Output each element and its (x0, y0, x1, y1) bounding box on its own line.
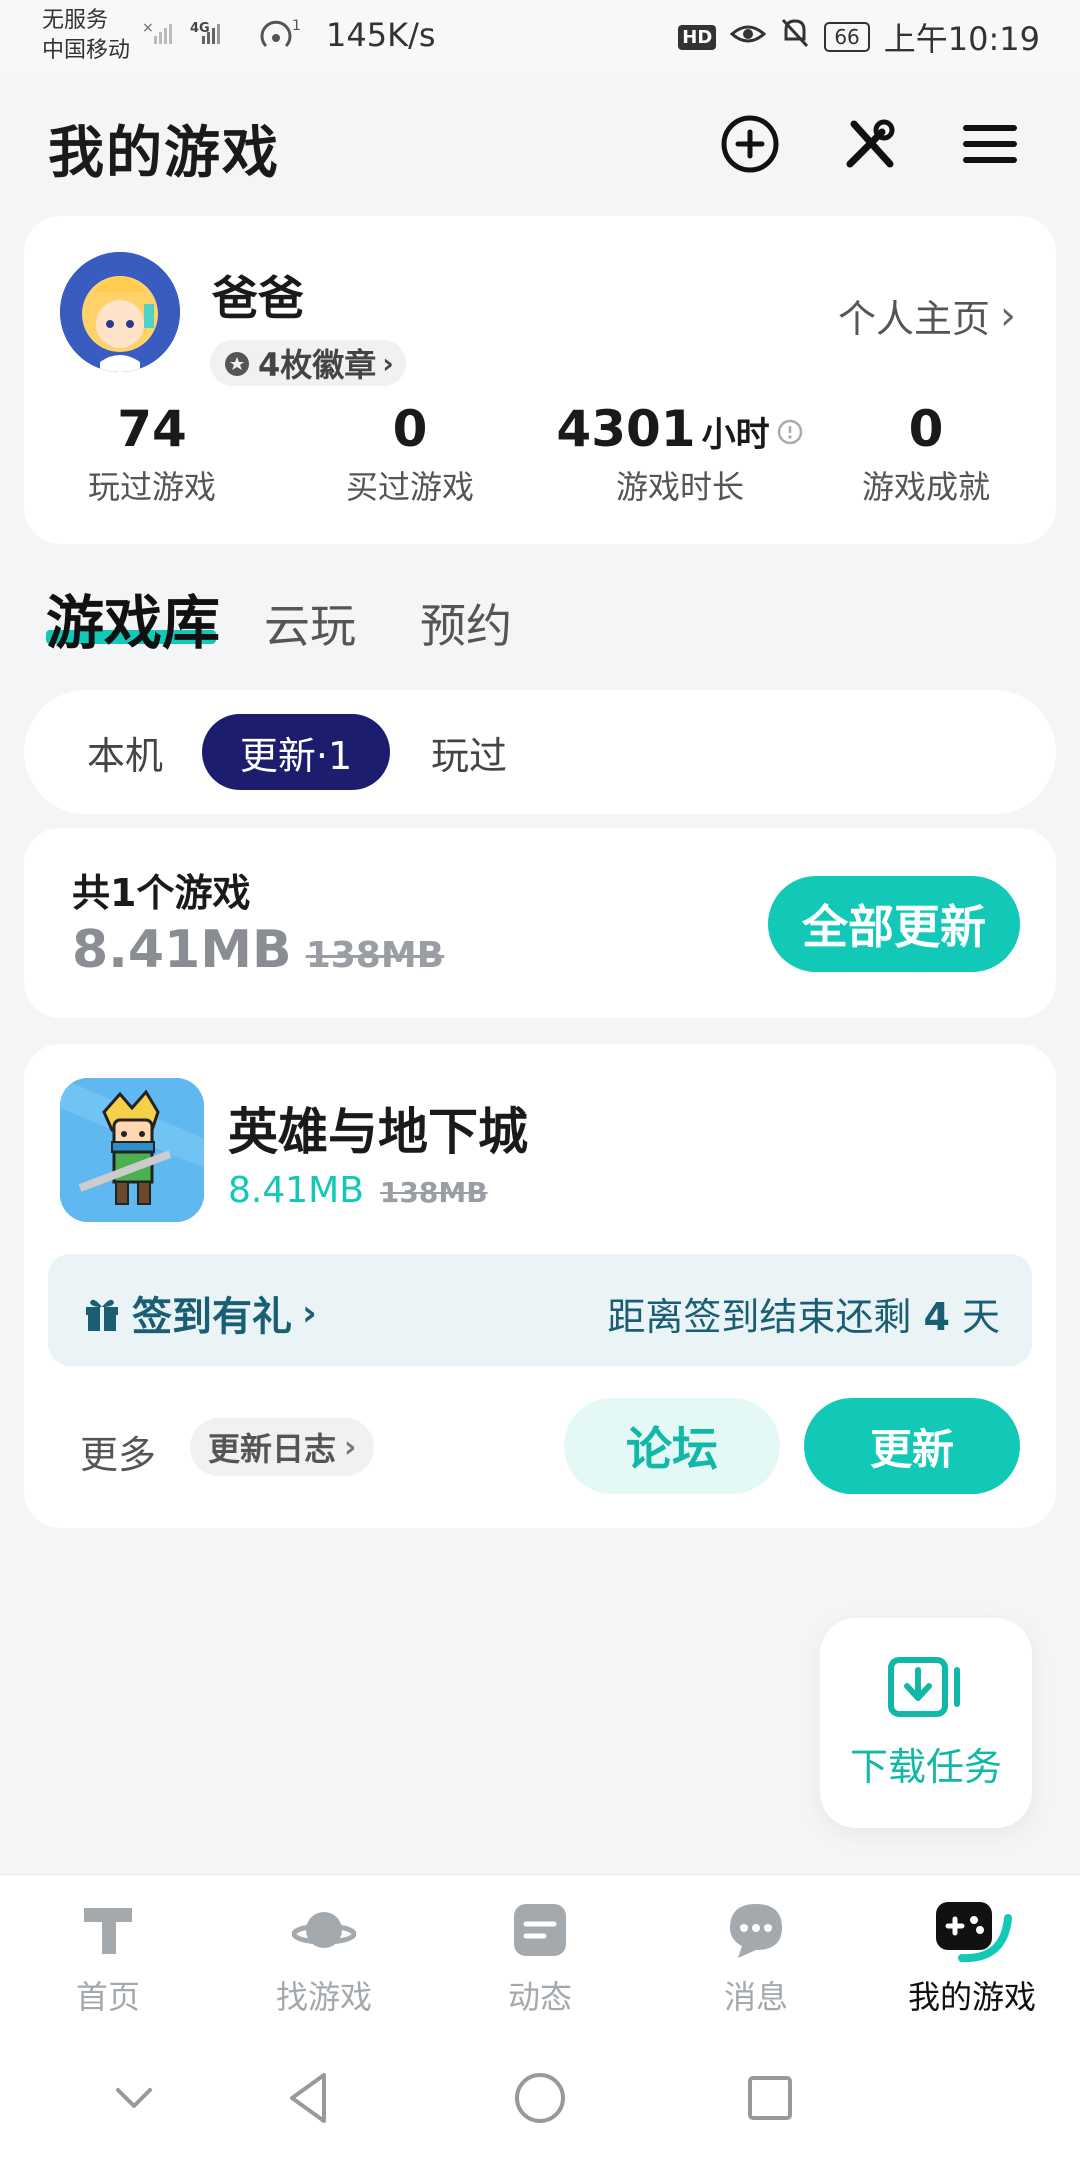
home-system-button[interactable] (510, 2068, 570, 2128)
tab-reservations[interactable]: 预约 (420, 590, 512, 656)
hd-badge: HD (678, 24, 717, 50)
homepage-link[interactable]: 个人主页 › (838, 288, 1016, 343)
chat-icon (730, 1904, 782, 1958)
chevron-right-icon: › (382, 346, 394, 380)
download-tasks-button[interactable]: 下载任务 (820, 1618, 1032, 1828)
total-update-size: 8.41MB 138MB (72, 920, 445, 980)
more-link[interactable]: 更多 (80, 1424, 156, 1479)
medal-icon (225, 352, 249, 376)
menu-button[interactable] (958, 112, 1022, 176)
recents-button[interactable] (740, 2068, 800, 2128)
tools-button[interactable] (838, 112, 902, 176)
game-original-size: 138MB (379, 1176, 488, 1209)
stat-played[interactable]: 74 玩过游戏 (32, 400, 272, 508)
circle-home-icon (515, 2073, 565, 2123)
checkin-reward-link[interactable]: 签到有礼 › (82, 1284, 317, 1342)
nav-messages[interactable]: 消息 (648, 1898, 864, 2018)
nav-find-games[interactable]: 找游戏 (216, 1898, 432, 2018)
chevron-right-icon: › (344, 1429, 357, 1465)
page-title: 我的游戏 (48, 121, 280, 186)
update-all-button[interactable]: 全部更新 (768, 876, 1020, 972)
tab-library[interactable]: 游戏库 (46, 576, 220, 660)
collapse-button[interactable] (104, 2068, 164, 2128)
feed-icon (514, 1904, 566, 1956)
filter-played[interactable]: 玩过 (414, 714, 524, 790)
planet-icon (292, 1912, 356, 1948)
chevron-right-icon: › (302, 1292, 317, 1334)
gift-icon (86, 1299, 118, 1331)
info-icon[interactable] (776, 418, 804, 446)
signal-icon: × 4G (142, 14, 252, 58)
hotspot-icon: 1 (256, 16, 306, 60)
stat-achievements[interactable]: 0 游戏成就 (806, 400, 1046, 508)
download-icon (888, 1656, 960, 1717)
battery-indicator: 66 (824, 22, 870, 52)
update-button[interactable]: 更新 (804, 1398, 1020, 1494)
back-button[interactable] (278, 2068, 338, 2128)
filter-updates[interactable]: 更新·1 (202, 714, 390, 790)
forum-button[interactable]: 论坛 (564, 1398, 780, 1494)
tools-icon (846, 119, 895, 168)
badges-link[interactable]: 4枚徽章 › (210, 340, 406, 386)
original-size: 138MB (305, 935, 445, 976)
changelog-link[interactable]: 更新日志 › (190, 1418, 375, 1476)
checkin-remaining: 距离签到结束还剩 4 天 (607, 1295, 1000, 1339)
chevron-right-icon: › (1000, 292, 1016, 339)
eye-icon (730, 18, 767, 56)
carrier-info: 无服务 中国移动 (42, 8, 131, 63)
plus-circle-icon (721, 115, 779, 173)
game-name[interactable]: 英雄与地下城 (228, 1092, 528, 1164)
square-recents-icon (748, 2076, 792, 2120)
hamburger-icon (963, 125, 1017, 163)
tab-cloud-play[interactable]: 云玩 (264, 590, 356, 656)
network-speed: 145K/s (326, 16, 436, 54)
avatar[interactable] (60, 252, 180, 372)
add-game-button[interactable] (718, 112, 782, 176)
username: 爸爸 (212, 271, 304, 325)
game-icon[interactable] (60, 1078, 204, 1222)
hero-game-icon (60, 1078, 204, 1222)
back-triangle-icon (290, 2073, 326, 2123)
svg-text:4G: 4G (190, 21, 210, 36)
stat-playtime[interactable]: 4301 小时 游戏时长 (540, 400, 820, 508)
avatar-image (60, 252, 180, 372)
game-update-size: 8.41MB 138MB (228, 1170, 488, 1211)
nav-my-games[interactable]: 我的游戏 (864, 1898, 1080, 2018)
status-right: HD 66 上午10:19 (678, 14, 1040, 60)
svg-text:1: 1 (292, 18, 301, 34)
game-count: 共1个游戏 (72, 871, 251, 915)
nav-feed[interactable]: 动态 (432, 1898, 648, 2018)
filter-local[interactable]: 本机 (70, 714, 180, 790)
chevron-down-icon (116, 2088, 152, 2108)
mute-bell-icon (780, 17, 810, 57)
nav-home[interactable]: 首页 (0, 1898, 216, 2018)
stat-purchased[interactable]: 0 买过游戏 (290, 400, 530, 508)
svg-text:×: × (142, 20, 154, 36)
gamepad-icon (936, 1902, 1012, 1962)
clock: 上午10:19 (883, 20, 1040, 58)
home-icon (84, 1908, 132, 1954)
